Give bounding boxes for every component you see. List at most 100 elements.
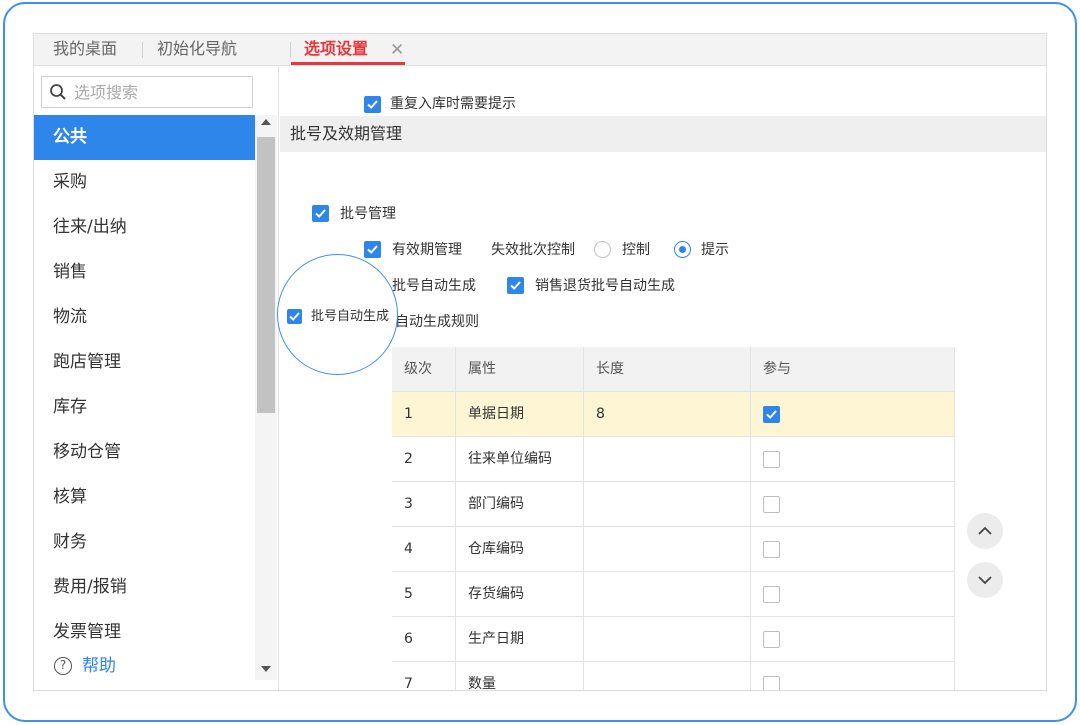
row-length[interactable] <box>584 482 751 527</box>
close-icon[interactable]: ✕ <box>390 36 404 64</box>
table-row[interactable]: 6 生产日期 <box>392 617 955 662</box>
sidebar-item-expenses[interactable]: 费用/报销 <box>34 565 255 610</box>
radio-control-label: 控制 <box>622 242 650 258</box>
help-icon: ? <box>54 657 72 675</box>
move-up-button[interactable] <box>967 513 1003 549</box>
repeat-inbound-prompt-label: 重复入库时需要提示 <box>390 96 516 112</box>
table-row[interactable]: 1 单据日期 8 <box>392 392 955 437</box>
tab-bar: 我的桌面 初始化导航 选项设置 ✕ <box>34 34 1046 66</box>
magnified-label: 批号自动生成 <box>311 309 390 324</box>
scroll-up-arrow-icon[interactable] <box>261 119 271 125</box>
row-length[interactable] <box>584 437 751 482</box>
radio-hint-label: 提示 <box>701 242 729 258</box>
search-box <box>41 76 253 108</box>
sidebar-item-purchase[interactable]: 采购 <box>34 160 255 205</box>
sidebar: 公共 采购 往来/出纳 销售 物流 跑店管理 库存 移动仓管 核算 财务 费用/… <box>34 66 279 690</box>
participate-checkbox[interactable] <box>763 586 780 603</box>
help-label: 帮助 <box>82 656 116 676</box>
search-icon <box>50 84 66 100</box>
row-participate-cell <box>751 437 955 482</box>
table-row[interactable]: 3 部门编码 <box>392 482 955 527</box>
table-row[interactable]: 4 仓库编码 <box>392 527 955 572</box>
sidebar-item-public[interactable]: 公共 <box>34 115 255 160</box>
sidebar-item-inventory[interactable]: 库存 <box>34 385 255 430</box>
row-attribute: 单据日期 <box>456 392 584 437</box>
header-attribute: 属性 <box>456 347 584 392</box>
scroll-down-arrow-icon[interactable] <box>261 666 271 672</box>
sidebar-item-costing[interactable]: 核算 <box>34 475 255 520</box>
check-icon <box>510 281 521 290</box>
row-level: 1 <box>392 392 456 437</box>
sidebar-item-sales[interactable]: 销售 <box>34 250 255 295</box>
row-participate-cell <box>751 392 955 437</box>
sidebar-item-accounts-cashier[interactable]: 往来/出纳 <box>34 205 255 250</box>
row-length[interactable] <box>584 527 751 572</box>
row-level: 6 <box>392 617 456 662</box>
rule-table: 级次 属性 长度 参与 1 单据日期 8 2 往来单位编码 3 部门编码 4 仓… <box>392 347 955 690</box>
row-level: 5 <box>392 572 456 617</box>
row-level: 2 <box>392 437 456 482</box>
participate-checkbox[interactable] <box>763 541 780 558</box>
tab-separator <box>142 42 143 58</box>
row-length[interactable]: 8 <box>584 392 751 437</box>
sidebar-item-finance[interactable]: 财务 <box>34 520 255 565</box>
row-level: 4 <box>392 527 456 572</box>
radio-control[interactable] <box>594 241 611 258</box>
batch-management-label: 批号管理 <box>340 206 396 222</box>
radio-hint[interactable] <box>674 241 691 258</box>
batch-management-checkbox[interactable] <box>312 205 329 222</box>
expiry-management-checkbox[interactable] <box>364 241 381 258</box>
participate-checkbox[interactable] <box>763 496 780 513</box>
batch-auto-generate-label: 批号自动生成 <box>392 278 476 294</box>
sidebar-item-invoice[interactable]: 发票管理 <box>34 610 255 655</box>
participate-checkbox[interactable] <box>763 451 780 468</box>
sidebar-item-logistics[interactable]: 物流 <box>34 295 255 340</box>
header-length: 长度 <box>584 347 751 392</box>
magnified-batch-auto-generate-checkbox <box>287 309 302 324</box>
check-icon <box>289 312 300 321</box>
sales-return-auto-generate-checkbox[interactable] <box>507 277 524 294</box>
participate-checkbox[interactable] <box>763 631 780 648</box>
repeat-inbound-prompt-checkbox[interactable] <box>364 96 381 113</box>
participate-checkbox[interactable] <box>763 406 780 423</box>
row-length[interactable] <box>584 617 751 662</box>
section-title: 批号及效期管理 <box>280 116 1046 152</box>
row-participate-cell <box>751 572 955 617</box>
row-attribute: 部门编码 <box>456 482 584 527</box>
row-attribute: 生产日期 <box>456 617 584 662</box>
chevron-down-icon <box>978 576 992 585</box>
move-down-button[interactable] <box>967 562 1003 598</box>
scrollbar-thumb[interactable] <box>257 137 275 413</box>
row-attribute: 存货编码 <box>456 572 584 617</box>
table-row[interactable]: 5 存货编码 <box>392 572 955 617</box>
row-attribute: 数量 <box>456 662 584 690</box>
table-row[interactable]: 7 数量 <box>392 662 955 690</box>
active-tab-indicator <box>291 62 405 65</box>
sidebar-item-store-visit[interactable]: 跑店管理 <box>34 340 255 385</box>
search-input[interactable] <box>74 80 244 104</box>
row-participate-cell <box>751 617 955 662</box>
sidebar-scrollbar[interactable] <box>255 115 277 680</box>
tab-init-navigation[interactable]: 初始化导航 <box>157 34 237 66</box>
participate-checkbox[interactable] <box>763 676 780 690</box>
row-attribute: 仓库编码 <box>456 527 584 572</box>
row-level: 7 <box>392 662 456 690</box>
chevron-up-icon <box>978 526 992 535</box>
row-attribute: 往来单位编码 <box>456 437 584 482</box>
check-icon <box>315 209 326 218</box>
row-length[interactable] <box>584 662 751 690</box>
row-participate-cell <box>751 527 955 572</box>
check-icon <box>367 100 378 109</box>
sales-return-auto-generate-label: 销售退货批号自动生成 <box>535 278 675 294</box>
tab-my-desktop[interactable]: 我的桌面 <box>53 34 117 66</box>
check-icon <box>367 245 378 254</box>
options-panel: 重复入库时需要提示 批号及效期管理 批号管理 有效期管理 失效批次控制 控制 提… <box>280 66 1046 690</box>
row-length[interactable] <box>584 572 751 617</box>
table-header-row: 级次 属性 长度 参与 <box>392 347 955 392</box>
help-link[interactable]: ? 帮助 <box>54 654 116 678</box>
auto-generate-rule-label: 自动生成规则 <box>395 314 479 330</box>
sidebar-item-mobile-warehouse[interactable]: 移动仓管 <box>34 430 255 475</box>
expiry-management-label: 有效期管理 <box>392 242 462 258</box>
magnifier-callout: 批号自动生成 <box>277 254 398 375</box>
table-row[interactable]: 2 往来单位编码 <box>392 437 955 482</box>
